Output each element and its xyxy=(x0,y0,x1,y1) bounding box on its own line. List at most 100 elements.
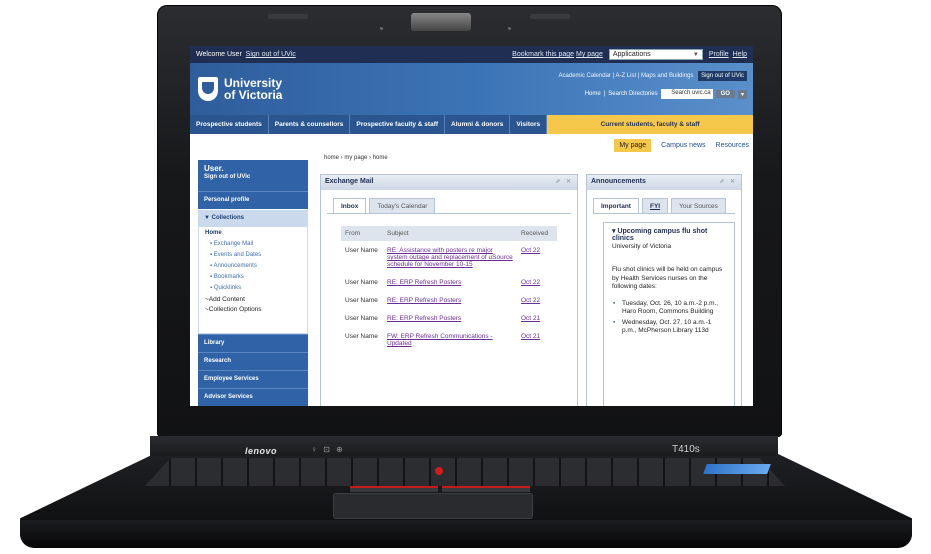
announcement-item: ▾ Upcoming campus flu shot clinics Unive… xyxy=(603,222,735,406)
table-row[interactable]: User Name RE: Assistance with posters re… xyxy=(341,241,557,273)
university-logo-text[interactable]: University of Victoria xyxy=(224,77,282,101)
nav-prospective-faculty[interactable]: Prospective faculty & staff xyxy=(350,115,446,134)
table-row[interactable]: User Name RE: ERP Refresh Posters Oct 21 xyxy=(341,309,557,327)
applications-select-value: Applications xyxy=(612,51,651,58)
nav-visitors[interactable]: Visitors xyxy=(510,115,548,134)
announcements-panel: Announcements ⇗ ✕ Important FYI Your Sou… xyxy=(586,174,742,406)
quick-links[interactable]: Academic Calendar | A-Z List | Maps and … xyxy=(559,73,694,79)
panel-title: Announcements xyxy=(591,178,646,185)
mail-subject-link[interactable]: RE: Assistance with posters re major sys… xyxy=(387,247,513,268)
laptop-sticker xyxy=(703,464,771,474)
panel-title: Exchange Mail xyxy=(325,178,374,185)
mail-received[interactable]: Oct 21 xyxy=(517,309,557,327)
uvic-crest-icon[interactable] xyxy=(198,77,218,101)
mail-subject[interactable]: RE: Assistance with posters re major sys… xyxy=(383,241,517,273)
tab-important[interactable]: Important xyxy=(593,198,639,213)
table-row[interactable]: User Name FW: ERP Refresh Communications… xyxy=(341,327,557,352)
mail-subject-link[interactable]: RE: ERP Refresh Posters xyxy=(387,315,461,322)
applications-select[interactable]: Applications ▼ xyxy=(608,49,703,60)
signout-link[interactable]: Sign out of UVic xyxy=(246,51,296,58)
nav-alumni[interactable]: Alumni & donors xyxy=(445,115,511,134)
sidebar-item-advisor-services[interactable]: Advisor Services xyxy=(198,388,308,406)
lid-latch-right xyxy=(530,14,570,19)
mail-subject-link[interactable]: RE: ERP Refresh Posters xyxy=(387,279,461,286)
mail-subject[interactable]: RE: ERP Refresh Posters xyxy=(383,309,517,327)
tab-your-sources[interactable]: Your Sources xyxy=(671,198,726,213)
mail-date-link[interactable]: Oct 21 xyxy=(521,315,540,322)
mail-subject-link[interactable]: RE: ERP Refresh Posters xyxy=(387,297,461,304)
bookmark-link[interactable]: Bookmark this page xyxy=(512,51,574,58)
mail-received[interactable]: Oct 22 xyxy=(517,273,557,291)
mail-subject[interactable]: FW: ERP Refresh Communications - Updated xyxy=(383,327,517,352)
trackpoint-buttons xyxy=(350,486,530,492)
collection-item[interactable]: Bookmarks xyxy=(210,274,301,280)
collection-item[interactable]: Exchange Mail xyxy=(210,241,301,247)
mail-subject[interactable]: RE: ERP Refresh Posters xyxy=(383,291,517,309)
mail-date-link[interactable]: Oct 22 xyxy=(521,279,540,286)
go-button[interactable]: GO xyxy=(715,90,735,98)
collection-item[interactable]: Quicklinks xyxy=(210,285,301,291)
search-input[interactable]: Search uvic.ca xyxy=(660,89,713,99)
mail-received[interactable]: Oct 21 xyxy=(517,327,557,352)
breadcrumb[interactable]: home › my page › home xyxy=(324,155,388,161)
panel-controls-icon[interactable]: ⇗ ✕ xyxy=(555,178,573,185)
nav-current[interactable]: Current students, faculty & staff xyxy=(547,115,753,134)
sidebar-item-research[interactable]: Research xyxy=(198,352,308,370)
col-received[interactable]: Received xyxy=(517,226,557,241)
mail-date-link[interactable]: Oct 22 xyxy=(521,247,540,254)
brand-header: University of Victoria Academic Calendar… xyxy=(190,63,753,115)
mail-date-link[interactable]: Oct 22 xyxy=(521,297,540,304)
announcement-tabs: Important FYI Your Sources xyxy=(593,198,735,213)
keyboard xyxy=(145,458,785,486)
mail-subject-link[interactable]: FW: ERP Refresh Communications - Updated xyxy=(387,333,493,347)
welcome-text: Welcome User xyxy=(196,51,242,58)
lid-latch-left xyxy=(268,14,308,19)
mail-from: User Name xyxy=(345,333,378,340)
collection-item[interactable]: Events and Dates xyxy=(210,252,301,258)
search-options-button[interactable]: ▾ xyxy=(737,89,747,99)
subnav-campus-news[interactable]: Campus news xyxy=(661,142,705,149)
collection-item[interactable]: Announcements xyxy=(210,263,301,269)
sidebar-collections[interactable]: ▼ Collections xyxy=(198,209,308,226)
sidebar-item-profile[interactable]: Personal profile xyxy=(198,191,308,209)
home-link[interactable]: Home xyxy=(585,91,601,97)
announcement-dates: Tuesday, Oct. 26, 10 a.m.-2 p.m., Haro R… xyxy=(612,300,726,336)
col-subject[interactable]: Subject xyxy=(383,226,517,241)
collection-home[interactable]: Home xyxy=(205,230,301,236)
help-link[interactable]: Help xyxy=(733,51,747,58)
panel-controls-icon[interactable]: ⇗ ✕ xyxy=(719,178,737,185)
search-directories-link[interactable]: Search Directories xyxy=(608,91,657,97)
sidebar-item-library[interactable]: Library xyxy=(198,334,308,352)
tab-todays-calendar[interactable]: Today's Calendar xyxy=(369,198,436,213)
profile-link[interactable]: Profile xyxy=(709,51,729,58)
laptop-front-edge xyxy=(20,520,912,548)
nav-parents[interactable]: Parents & counsellors xyxy=(269,115,351,134)
add-content-link[interactable]: ~Add Content xyxy=(205,296,301,303)
sidebar-item-employee-services[interactable]: Employee Services xyxy=(198,370,308,388)
mic-dot xyxy=(508,27,511,30)
divider: | xyxy=(603,91,606,97)
subnav-mypage[interactable]: My page xyxy=(614,139,652,152)
tab-inbox[interactable]: Inbox xyxy=(333,198,367,213)
mail-received[interactable]: Oct 22 xyxy=(517,241,557,273)
sidebar-signout[interactable]: Sign out of UVic xyxy=(204,174,302,180)
sidebar-user-block: User. Sign out of UVic xyxy=(198,160,308,191)
exchange-mail-title: Exchange Mail ⇗ ✕ xyxy=(321,175,577,190)
table-row[interactable]: User Name RE: ERP Refresh Posters Oct 22 xyxy=(341,291,557,309)
col-from[interactable]: From xyxy=(341,226,383,241)
announcement-title[interactable]: ▾ Upcoming campus flu shot clinics xyxy=(612,227,726,242)
trackpoint xyxy=(435,467,443,475)
mypage-link[interactable]: My page xyxy=(576,51,603,58)
mail-received[interactable]: Oct 22 xyxy=(517,291,557,309)
mail-date-link[interactable]: Oct 21 xyxy=(521,333,540,340)
chevron-down-icon: ▼ xyxy=(692,51,699,58)
webcam-housing xyxy=(411,13,471,31)
tab-fyi[interactable]: FYI xyxy=(641,198,669,213)
subnav-resources[interactable]: Resources xyxy=(716,142,749,149)
table-row[interactable]: User Name RE: ERP Refresh Posters Oct 22 xyxy=(341,273,557,291)
sub-nav: My page Campus news Resources xyxy=(614,139,749,152)
collection-options-link[interactable]: ~Collection Options xyxy=(205,306,301,313)
signout-button[interactable]: Sign out of UVic xyxy=(698,71,747,81)
mail-subject[interactable]: RE: ERP Refresh Posters xyxy=(383,273,517,291)
nav-prospective-students[interactable]: Prospective students xyxy=(190,115,269,134)
